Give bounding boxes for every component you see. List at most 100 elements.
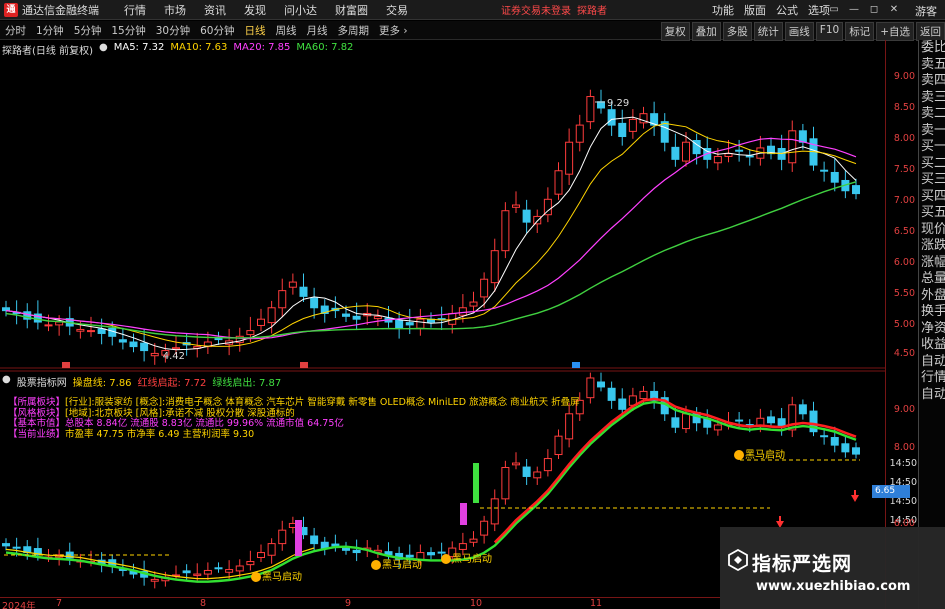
- side-panel-item[interactable]: 换手: [919, 304, 945, 321]
- side-panel-item[interactable]: 卖四: [919, 73, 945, 90]
- side-panel-item[interactable]: 买三: [919, 172, 945, 189]
- signal-label: 黑马启动: [452, 552, 492, 565]
- candle-body: [310, 297, 319, 309]
- stock-info-block: 【所属板块】[行业]:服装家纺 [概念]:消费电子概念 体育概念 汽车芯片 智能…: [8, 397, 580, 440]
- period-tab[interactable]: 30分钟: [151, 23, 195, 38]
- sub-candle-body: [150, 578, 159, 582]
- event-marker: [572, 362, 580, 368]
- side-panel-item[interactable]: 现价: [919, 222, 945, 239]
- side-panel-item[interactable]: 涨跌: [919, 238, 945, 255]
- signal-label: 黑马启动: [382, 558, 422, 571]
- side-panel-item[interactable]: 买五: [919, 205, 945, 222]
- info-row-performance: 【当前业绩】市盈率 47.75 市净率 6.49 主营利润率 9.30: [8, 428, 255, 440]
- period-tab[interactable]: 15分钟: [106, 23, 150, 38]
- tool-button[interactable]: 统计: [753, 22, 783, 41]
- menu-item-news[interactable]: 资讯: [195, 2, 235, 18]
- sub-candle-body: [618, 398, 627, 410]
- period-tab[interactable]: 分时: [0, 23, 31, 38]
- period-tab[interactable]: 60分钟: [195, 23, 239, 38]
- side-panel-item[interactable]: 卖三: [919, 90, 945, 107]
- current-price-tag: 6.65: [872, 485, 910, 498]
- side-panel-item[interactable]: 总量: [919, 271, 945, 288]
- candle-body: [798, 130, 807, 143]
- date-axis: 2024年 7 8 9 10 11: [0, 597, 720, 609]
- tool-button[interactable]: 返回: [916, 22, 945, 41]
- menu-item-trade[interactable]: 交易: [377, 2, 417, 18]
- tool-button[interactable]: +自选: [876, 22, 914, 41]
- side-panel-item[interactable]: 外盘: [919, 288, 945, 305]
- sub-candle-body: [278, 529, 287, 545]
- menu-item-discover[interactable]: 发现: [235, 2, 275, 18]
- side-panel-item[interactable]: 买四: [919, 189, 945, 206]
- period-tab[interactable]: 5分钟: [69, 23, 107, 38]
- period-tab[interactable]: 更多 ›: [374, 23, 413, 38]
- side-panel-item[interactable]: 行情: [919, 370, 945, 387]
- signal-icon: [441, 554, 451, 564]
- tool-button[interactable]: 标记: [845, 22, 875, 41]
- side-panel-item[interactable]: 委比: [919, 40, 945, 57]
- period-tab[interactable]: 1分钟: [31, 23, 69, 38]
- side-panel-item[interactable]: 自动: [919, 354, 945, 371]
- side-panel-item[interactable]: 买一: [919, 139, 945, 156]
- tool-button[interactable]: 叠加: [691, 22, 721, 41]
- sub-tick: 8.00: [893, 442, 915, 453]
- menu-item-function[interactable]: 功能: [707, 2, 739, 18]
- signal-bar: [460, 503, 467, 525]
- side-panel-item[interactable]: 卖二: [919, 106, 945, 123]
- period-tab[interactable]: 周线: [271, 23, 302, 38]
- tool-button[interactable]: F10: [815, 22, 844, 41]
- indicator-line-2: 红线启起: 7.72: [137, 378, 207, 389]
- sub-candle-body: [713, 424, 722, 431]
- high-price-label: 9.29: [607, 98, 629, 109]
- tool-button[interactable]: 画线: [784, 22, 814, 41]
- sub-candle-body: [437, 551, 446, 554]
- price-tick: 7.00: [893, 195, 915, 206]
- sub-candle-body: [182, 570, 191, 574]
- candle-body: [660, 121, 669, 143]
- stock-name-label: 探路者: [577, 6, 607, 17]
- watermark-title: 指标严选网: [752, 553, 853, 575]
- side-panel-item[interactable]: 净资: [919, 321, 945, 338]
- candle-body: [671, 146, 680, 160]
- side-panel-item[interactable]: 卖一: [919, 123, 945, 140]
- sub-candle-body: [682, 413, 690, 430]
- period-tab[interactable]: 月线: [302, 23, 333, 38]
- price-tick: 7.50: [893, 164, 915, 175]
- side-panel-item[interactable]: 涨幅: [919, 255, 945, 272]
- price-tick: 4.50: [893, 348, 915, 359]
- side-panel-item[interactable]: 收益: [919, 337, 945, 354]
- guest-button[interactable]: 游客: [915, 3, 937, 19]
- menu-item-ask[interactable]: 问小达: [275, 2, 326, 18]
- period-tab[interactable]: 日线: [240, 23, 271, 38]
- ma20-label: MA20: 7.85: [233, 42, 291, 53]
- tool-button[interactable]: 复权: [660, 22, 690, 41]
- login-notice[interactable]: 证券交易未登录 探路者: [501, 2, 607, 17]
- minimize-icon[interactable]: —: [847, 3, 861, 17]
- menu-item-market[interactable]: 市场: [155, 2, 195, 18]
- side-panel-item[interactable]: 买二: [919, 156, 945, 173]
- sub-candle-body: [257, 552, 265, 558]
- menu-item-quotes[interactable]: 行情: [115, 2, 155, 18]
- menu-item-wealth[interactable]: 财富圈: [326, 2, 377, 18]
- kline-chart[interactable]: 9.294.42黑马启动黑马启动黑马启动黑马启动: [0, 40, 918, 609]
- sub-candle-body: [671, 417, 680, 428]
- menu-item-formula[interactable]: 公式: [771, 2, 803, 18]
- sub-candle-body: [458, 543, 467, 550]
- period-tab[interactable]: 多周期: [333, 23, 375, 38]
- signal-label: 黑马启动: [745, 448, 785, 461]
- sub-candle-body: [512, 462, 520, 466]
- side-panel-item[interactable]: 自动: [919, 387, 945, 404]
- close-icon[interactable]: ✕: [887, 3, 901, 17]
- indicator-line-3: 绿线启出: 7.87: [212, 378, 282, 389]
- price-axis: 9.00 8.50 8.00 7.50 7.00 6.50 6.00 5.50 …: [885, 40, 919, 609]
- indicator-name[interactable]: 股票指标网: [17, 374, 67, 389]
- tool-button[interactable]: 多股: [722, 22, 752, 41]
- candle-body: [129, 341, 138, 348]
- maximize-icon[interactable]: ◻: [867, 3, 881, 17]
- price-tick: 8.50: [893, 102, 915, 113]
- side-panel-item[interactable]: 卖五: [919, 57, 945, 74]
- restore-icon[interactable]: ▭: [827, 3, 841, 17]
- menu-item-layout[interactable]: 版面: [739, 2, 771, 18]
- candle-body: [150, 352, 159, 357]
- sub-candle-body: [767, 416, 775, 424]
